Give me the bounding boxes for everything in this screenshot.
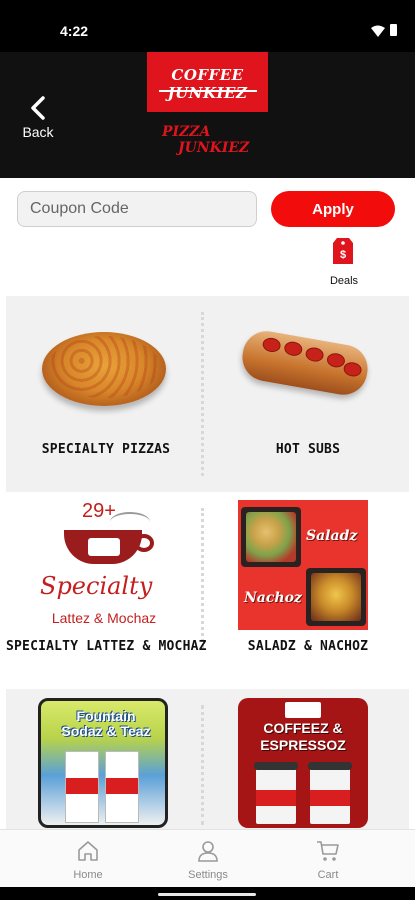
nav-settings[interactable]: Settings [148, 830, 268, 888]
logo-bottom-line1: PIZZA [162, 124, 211, 140]
wifi-icon [371, 25, 385, 37]
apply-button[interactable]: Apply [271, 191, 395, 227]
coffeez-logo [285, 702, 321, 718]
chevron-left-icon [31, 96, 45, 120]
coffeez-title-text: COFFEEZ & ESPRESSOZ [260, 720, 346, 753]
fountain-sodaz-image: Fountain Sodaz & Teaz [38, 698, 168, 828]
coupon-code-input[interactable] [17, 191, 257, 227]
bottom-nav: Home Settings Cart [0, 829, 415, 887]
back-button[interactable]: Back [16, 94, 60, 142]
pizza-junkiez-logo: PIZZA JUNKIEZ [150, 124, 265, 164]
soda-cup [105, 751, 139, 823]
svg-text:$: $ [340, 249, 346, 261]
nav-settings-label: Settings [188, 869, 228, 881]
app-header: Back COFFEE JUNKIEZ PIZZA JUNKIEZ [0, 52, 415, 178]
category-label: HOT SUBS [275, 442, 341, 457]
lattes-subtitle-text: Lattez & Mochaz [51, 610, 157, 626]
saladz-text: Saladz [306, 528, 358, 544]
user-icon [198, 841, 218, 862]
pizza-image [42, 332, 166, 406]
price-tag-dollar-icon: $ [333, 238, 353, 264]
nachoz-text: Nachoz [244, 590, 302, 606]
category-label: SPECIALTY PIZZAS [41, 442, 171, 457]
category-label: SPECIALTY LATTEZ & MOCHAZ [6, 639, 207, 654]
coffee-cup-handle [134, 534, 154, 552]
specialty-script-text: Specialty [40, 572, 153, 600]
home-icon [78, 841, 98, 861]
logo-top-text: COFFEE JUNKIEZ [167, 66, 248, 102]
fountain-title-text: Fountain Sodaz & Teaz [61, 708, 151, 739]
nacho-food [311, 573, 361, 621]
battery-icon [390, 24, 397, 36]
deals-button[interactable]: $ Deals [322, 238, 366, 290]
coffeez-espressoz-image: COFFEEZ & ESPRESSOZ [238, 698, 368, 828]
nav-home[interactable]: Home [28, 830, 148, 888]
cart-icon [317, 841, 339, 861]
coffee-cup [308, 762, 352, 824]
coffee-cup [254, 762, 298, 824]
nav-cart[interactable]: Cart [268, 830, 388, 888]
coffee-junkiez-logo: COFFEE JUNKIEZ [147, 52, 268, 112]
logo-bottom-line2: JUNKIEZ [178, 140, 250, 156]
nav-home-label: Home [73, 869, 103, 881]
coffee-cup-logo [88, 538, 120, 556]
deals-label: Deals [329, 275, 359, 287]
steam-graphic [110, 512, 150, 532]
soda-cup [65, 751, 99, 823]
back-label: Back [22, 124, 54, 140]
category-label: SALADZ & NACHOZ [247, 639, 369, 654]
salad-food [246, 512, 296, 562]
status-time: 4:22 [60, 23, 89, 39]
logo-underline [159, 90, 257, 92]
home-gesture-pill[interactable] [158, 893, 256, 896]
category-hot-subs[interactable]: HOT SUBS [208, 296, 408, 492]
status-bar: 4:22 [0, 0, 415, 52]
nav-cart-label: Cart [317, 869, 339, 881]
